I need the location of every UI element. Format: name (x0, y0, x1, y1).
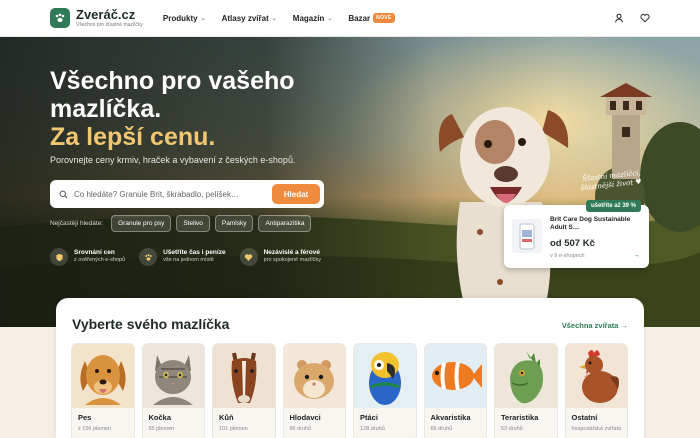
search-bar: Hledat (50, 180, 324, 208)
hero-title-line2: mazlíčka. (50, 95, 162, 123)
category-count: 55 plemen (148, 426, 175, 432)
category-card-pes[interactable]: Pes z 156 plemen (71, 343, 135, 438)
popular-label: Nejčastěji hledáte: (50, 220, 104, 227)
category-count: 96 druhů (289, 426, 312, 432)
new-badge: NOVÉ (373, 13, 395, 23)
top-nav: Zveráč.cz Všechno pro šťastné mazlíčky P… (0, 0, 700, 37)
category-count: 53 druhů (501, 426, 523, 432)
search-input[interactable] (74, 189, 272, 199)
menu-bazar[interactable]: Bazar NOVÉ (348, 13, 395, 23)
heart-icon (239, 248, 258, 266)
category-name: Kočka (148, 413, 172, 422)
fish-icon (424, 344, 486, 408)
popular-searches: Nejčastěji hledáte: Granule pro psy Stel… (50, 215, 312, 232)
heart-icon[interactable] (640, 13, 650, 23)
popular-chip[interactable]: Stelivo (176, 215, 210, 232)
categories-section: Vyberte svého mazlíčka Všechna zvířata →… (56, 298, 644, 438)
features-list: Srovnání cen z ověřených e-shopů Ušetříte… (50, 248, 321, 266)
shop-count: v 9 e-shopech (550, 253, 585, 259)
category-name: Teraristika (501, 413, 539, 422)
feature-item: Nezávislé a férové pro spokojené mazlíčky (239, 248, 322, 266)
popular-chip[interactable]: Pamlsky (214, 215, 254, 232)
category-name: Kůň (219, 413, 234, 422)
dog-icon (72, 344, 134, 408)
deal-card[interactable]: ušetříte až 39 % Brit Care Dog Sustainab… (504, 200, 649, 268)
feature-item: Ušetříte čas i peníze vše na jednom místě (139, 248, 226, 266)
tower-image (600, 83, 652, 179)
all-animals-link[interactable]: Všechna zvířata → (562, 321, 628, 330)
product-price: od 507 Kč (550, 238, 595, 249)
brand-tagline: Všechno pro šťastné mazlíčky (76, 22, 143, 28)
category-name: Hlodavci (289, 413, 321, 422)
category-card-hlodavci[interactable]: Hlodavci 96 druhů (282, 343, 346, 438)
hamster-icon (283, 344, 345, 408)
menu-label: Atlasy zvířat (221, 13, 269, 23)
product-image (512, 219, 542, 253)
paw-logo-icon (50, 8, 70, 28)
category-card-kocka[interactable]: Kočka 55 plemen (141, 343, 205, 438)
user-icon[interactable] (614, 13, 624, 23)
hero-subtitle: Porovnejte ceny krmiv, hraček a vybavení… (50, 155, 296, 165)
menu-produkty[interactable]: Produkty ⌄ (163, 14, 206, 23)
section-title: Vyberte svého mazlíčka (72, 316, 230, 332)
hero-title: Všechno pro vašeho mazlíčka. Za lepší ce… (50, 67, 390, 151)
feature-subtitle: vše na jednom místě (163, 257, 214, 264)
menu-label: Bazar (348, 13, 371, 23)
hero-title-accent: Za lepší cenu. (50, 123, 216, 151)
logo[interactable]: Zveráč.cz Všechno pro šťastné mazlíčky (50, 8, 143, 28)
category-card-akvaristika[interactable]: Akvaristika 66 druhů (423, 343, 487, 438)
category-grid: Pes z 156 plemen Kočka 55 plemen Kůň 101… (71, 343, 628, 438)
category-count: z 156 plemen (78, 426, 112, 432)
popular-chip[interactable]: Granule pro psy (111, 215, 172, 232)
iguana-icon (495, 344, 557, 408)
brand-name: Zveráč.cz (76, 7, 136, 22)
search-button[interactable]: Hledat (272, 184, 320, 204)
category-count: 101 plemen (219, 426, 248, 432)
category-count: 66 druhů (430, 426, 453, 432)
category-count: 128 druhů (360, 426, 385, 432)
main-menu: Produkty ⌄ Atlasy zvířat ⌄ Magazín ⌄ Bazar N… (163, 13, 395, 23)
horse-icon (213, 344, 275, 408)
hero-section: Všechno pro vašeho mazlíčka. Za lepší ce… (0, 37, 700, 327)
chevron-down-icon: ⌄ (200, 15, 206, 22)
shield-icon (50, 248, 68, 266)
category-card-ostatni[interactable]: Ostatní hospodářská zvířata (564, 343, 628, 438)
paw-icon (139, 248, 158, 266)
feature-subtitle: pro spokojené mazlíčky (263, 257, 322, 264)
menu-magazin[interactable]: Magazín ⌄ (293, 14, 333, 23)
popular-chip[interactable]: Antiparazitika (258, 215, 312, 232)
feature-title: Ušetříte čas i peníze (163, 248, 226, 256)
menu-label: Magazín (292, 13, 325, 23)
feature-subtitle: z ověřených e-shopů (74, 257, 126, 264)
category-card-ptaci[interactable]: Ptáci 128 druhů (353, 343, 417, 438)
feature-title: Nezávislé a férové (263, 248, 320, 256)
category-count: hospodářská zvířata (571, 426, 622, 432)
category-card-kun[interactable]: Kůň 101 plemen (212, 343, 276, 438)
chevron-down-icon: ⌄ (327, 15, 333, 22)
feature-item: Srovnání cen z ověřených e-shopů (50, 248, 125, 266)
hen-icon (565, 344, 627, 408)
parrot-icon (354, 344, 416, 408)
discount-badge: ušetříte až 39 % (585, 200, 641, 212)
menu-label: Produkty (162, 13, 198, 23)
category-card-teraristika[interactable]: Teraristika 53 druhů (494, 343, 558, 438)
product-name: Brit Care Dog Sustainable Adult S… (550, 216, 631, 232)
search-icon (59, 190, 68, 198)
cat-icon (142, 344, 204, 408)
category-name: Ptáci (360, 413, 378, 422)
category-name: Akvaristika (430, 413, 471, 422)
arrow-right-icon[interactable]: → (633, 252, 640, 259)
category-name: Pes (78, 413, 92, 422)
chevron-down-icon: ⌄ (271, 15, 277, 22)
category-name: Ostatní (571, 413, 598, 422)
hero-title-line1: Všechno pro vašeho (50, 67, 295, 95)
menu-atlasy[interactable]: Atlasy zvířat ⌄ (222, 14, 277, 23)
